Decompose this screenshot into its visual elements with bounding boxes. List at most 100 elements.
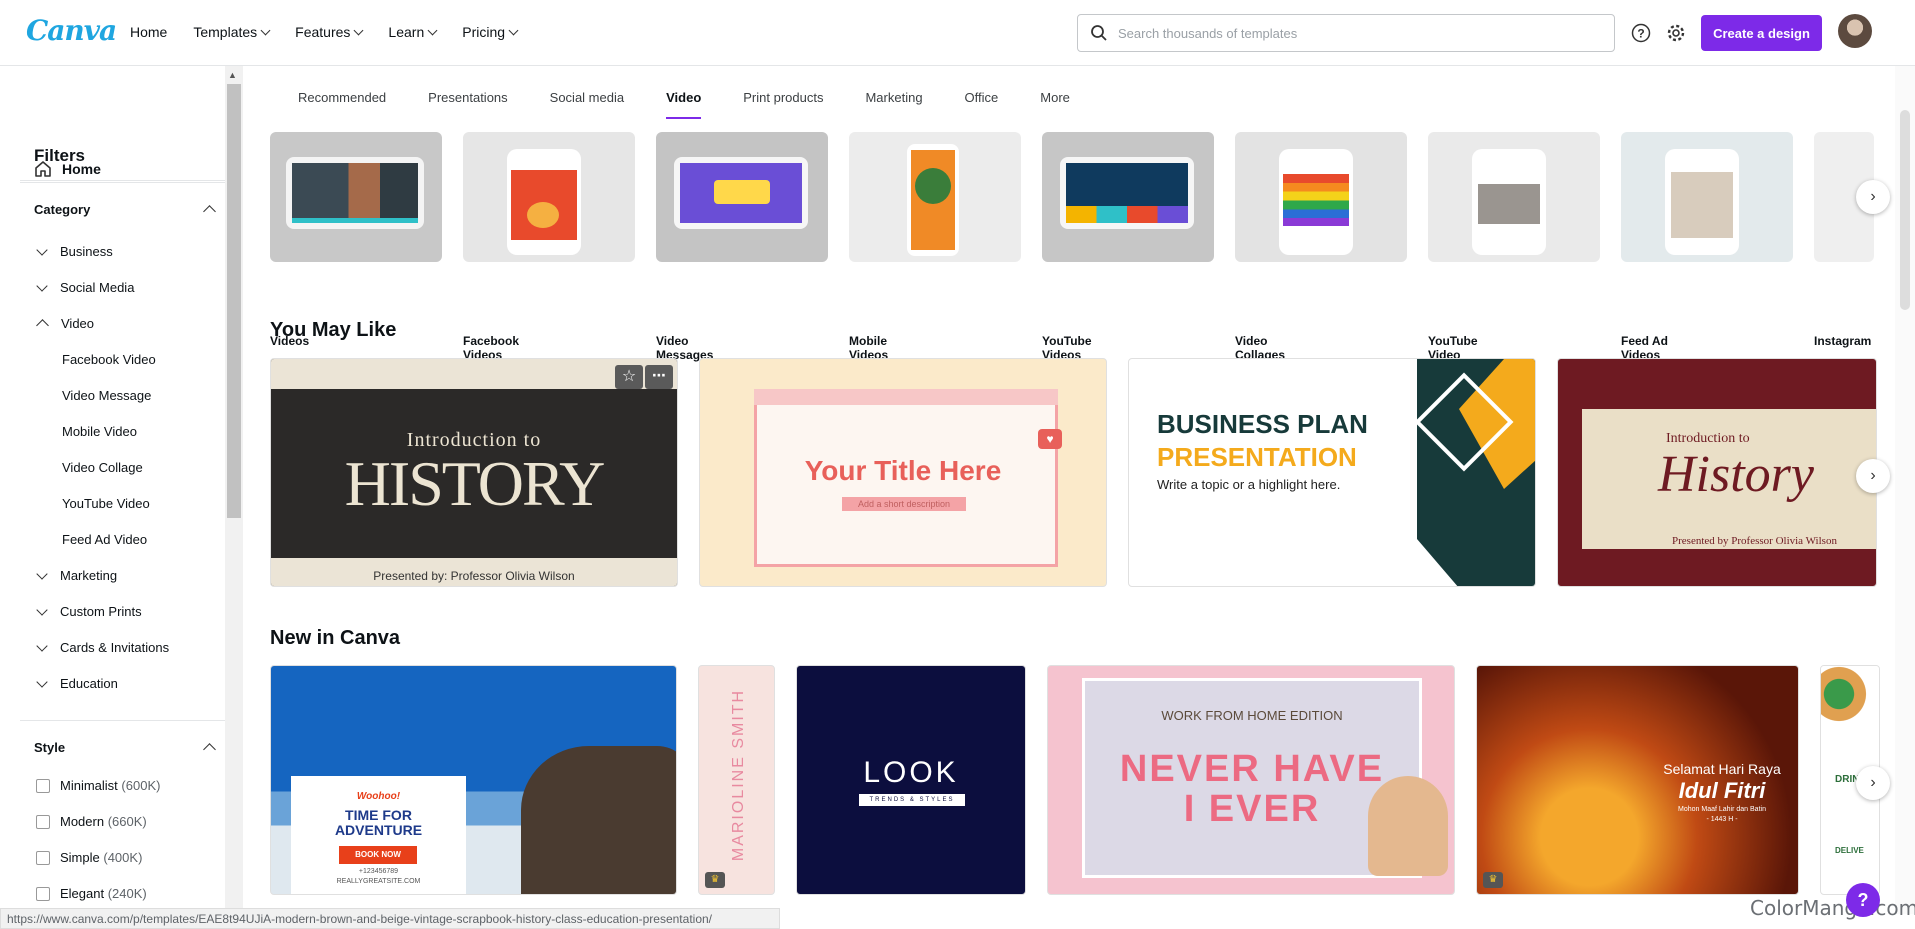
card-title: Idul Fitri bbox=[1678, 778, 1766, 803]
category-cards-invitations[interactable]: Cards & Invitations bbox=[36, 639, 170, 655]
category-social-media[interactable]: Social Media bbox=[36, 279, 135, 295]
search-input[interactable] bbox=[1118, 25, 1598, 41]
category-toggle[interactable]: Category bbox=[34, 202, 216, 218]
sidebar-scrollbar-thumb[interactable] bbox=[227, 84, 241, 518]
help-icon[interactable]: ? bbox=[1630, 22, 1652, 44]
tab-office[interactable]: Office bbox=[944, 90, 1020, 118]
category-marketing[interactable]: Marketing bbox=[36, 567, 118, 583]
nav-home-label: Home bbox=[130, 24, 168, 40]
chevron-down-icon bbox=[427, 25, 438, 35]
category-label: Marketing bbox=[60, 568, 118, 583]
chevron-down-icon bbox=[36, 639, 48, 652]
chevron-down-icon bbox=[508, 25, 519, 35]
nav-pricing[interactable]: Pricing bbox=[462, 24, 519, 40]
chevron-down-icon bbox=[36, 243, 48, 256]
nav-home[interactable]: Home bbox=[130, 24, 167, 40]
video-type-video-messages[interactable] bbox=[656, 132, 828, 262]
style-simple[interactable]: Simple (400K) bbox=[36, 850, 142, 865]
tab-social-media[interactable]: Social media bbox=[529, 90, 645, 118]
tab-video[interactable]: Video bbox=[645, 90, 722, 119]
chevron-down-icon bbox=[36, 603, 48, 616]
category-heading: Category bbox=[34, 202, 91, 217]
nav-learn[interactable]: Learn bbox=[388, 24, 438, 40]
template-card-your-title[interactable]: Your Title Here Add a short description … bbox=[699, 358, 1107, 587]
category-label: Social Media bbox=[60, 280, 135, 295]
checkbox[interactable] bbox=[36, 850, 50, 865]
tab-marketing[interactable]: Marketing bbox=[844, 90, 943, 118]
crown-icon: ♛ bbox=[1483, 872, 1503, 888]
video-type-youtube-videos[interactable] bbox=[1042, 132, 1214, 262]
subcategory-video-collage[interactable]: Video Collage bbox=[62, 460, 143, 475]
template-card-bookmark[interactable]: MARIOLINE SMITH ♛ bbox=[698, 665, 775, 895]
category-business[interactable]: Business bbox=[36, 243, 113, 259]
subcategory-facebook-video[interactable]: Facebook Video bbox=[62, 352, 156, 367]
star-icon[interactable]: ☆ bbox=[615, 365, 643, 389]
template-card-adventure[interactable]: Woohoo! TIME FOR ADVENTURE BOOK NOW +123… bbox=[270, 665, 677, 895]
template-card-history-scroll[interactable]: Introduction to History Presented by Pro… bbox=[1557, 358, 1877, 587]
video-type-mobile-videos[interactable] bbox=[849, 132, 1021, 262]
scroll-up-arrow-icon[interactable]: ▲ bbox=[228, 70, 237, 80]
video-type-youtube-video-ads[interactable] bbox=[1428, 132, 1600, 262]
checkbox[interactable] bbox=[36, 814, 50, 829]
subcategory-youtube-video[interactable]: YouTube Video bbox=[62, 496, 150, 511]
crown-icon: ♛ bbox=[705, 872, 725, 888]
style-modern[interactable]: Modern (660K) bbox=[36, 814, 147, 829]
search-box[interactable] bbox=[1077, 14, 1615, 52]
more-options-icon[interactable]: ⋯ bbox=[645, 365, 673, 389]
page-scrollbar-thumb[interactable] bbox=[1900, 110, 1910, 310]
subcategory-mobile-video[interactable]: Mobile Video bbox=[62, 424, 137, 439]
help-chat-button[interactable]: ? bbox=[1846, 883, 1880, 917]
style-label: Simple bbox=[60, 850, 100, 865]
video-type-video-collages[interactable] bbox=[1235, 132, 1407, 262]
subcategory-feed-ad-video[interactable]: Feed Ad Video bbox=[62, 532, 147, 547]
card-text-2: - 1443 H - bbox=[1706, 816, 1738, 823]
chevron-down-icon bbox=[36, 567, 48, 580]
style-count: (400K) bbox=[103, 850, 143, 865]
tab-recommended[interactable]: Recommended bbox=[277, 90, 407, 118]
style-count: (600K) bbox=[121, 778, 161, 793]
style-heading: Style bbox=[34, 740, 66, 755]
question-icon: ? bbox=[1857, 889, 1869, 910]
video-type-feed-ad-videos[interactable] bbox=[1621, 132, 1793, 262]
tab-more[interactable]: More bbox=[1019, 90, 1091, 118]
create-design-button[interactable]: Create a design bbox=[1701, 15, 1822, 51]
carousel-next-button[interactable]: › bbox=[1856, 766, 1890, 800]
canva-logo[interactable]: Canva bbox=[26, 14, 117, 47]
style-count: (660K) bbox=[107, 814, 147, 829]
nav-features-label: Features bbox=[295, 24, 351, 40]
divider bbox=[20, 720, 225, 721]
tab-print-products[interactable]: Print products bbox=[722, 90, 844, 118]
style-elegant[interactable]: Elegant (240K) bbox=[36, 886, 147, 901]
video-type-videos[interactable] bbox=[270, 132, 442, 262]
template-card-never-have-i-ever[interactable]: WORK FROM HOME EDITION NEVER HAVE I EVER bbox=[1047, 665, 1455, 895]
card-title: NEVER HAVE bbox=[1119, 748, 1385, 790]
video-type-facebook-videos[interactable] bbox=[463, 132, 635, 262]
carousel-next-button[interactable]: › bbox=[1856, 459, 1890, 493]
card-tagline: TRENDS & STYLES bbox=[859, 794, 965, 806]
checkbox[interactable] bbox=[36, 886, 50, 901]
nav-features[interactable]: Features bbox=[295, 24, 364, 40]
template-card-business-plan[interactable]: BUSINESS PLAN PRESENTATION Write a topic… bbox=[1128, 358, 1536, 587]
chevron-down-icon bbox=[36, 675, 48, 688]
avatar[interactable] bbox=[1838, 14, 1872, 48]
category-label: Cards & Invitations bbox=[60, 640, 170, 655]
gear-icon[interactable] bbox=[1665, 22, 1687, 44]
filter-sidebar: Home Filters Category Business Social Me… bbox=[0, 66, 225, 914]
template-card-look[interactable]: LOOK TRENDS & STYLES bbox=[796, 665, 1026, 895]
category-education[interactable]: Education bbox=[36, 675, 118, 691]
card-byline: Presented by: Professor Olivia Wilson bbox=[373, 569, 575, 583]
main-nav: Home Templates Features Learn Pricing bbox=[130, 24, 519, 40]
template-card-history-intro[interactable]: Introduction to HISTORY Presented by: Pr… bbox=[270, 358, 678, 587]
subcategory-video-message[interactable]: Video Message bbox=[62, 388, 151, 403]
chevron-down-icon bbox=[353, 25, 364, 35]
carousel-next-button[interactable]: › bbox=[1856, 180, 1890, 214]
template-card-idul-fitri[interactable]: Selamat Hari Raya Idul Fitri Mohon Maaf … bbox=[1476, 665, 1799, 895]
tab-presentations[interactable]: Presentations bbox=[407, 90, 529, 118]
category-video[interactable]: Video bbox=[36, 316, 94, 332]
nav-templates[interactable]: Templates bbox=[193, 24, 271, 40]
checkbox[interactable] bbox=[36, 778, 50, 793]
tab-label: Video bbox=[666, 90, 702, 105]
style-minimalist[interactable]: Minimalist (600K) bbox=[36, 778, 160, 793]
category-custom-prints[interactable]: Custom Prints bbox=[36, 603, 142, 619]
style-toggle[interactable]: Style bbox=[34, 740, 216, 756]
